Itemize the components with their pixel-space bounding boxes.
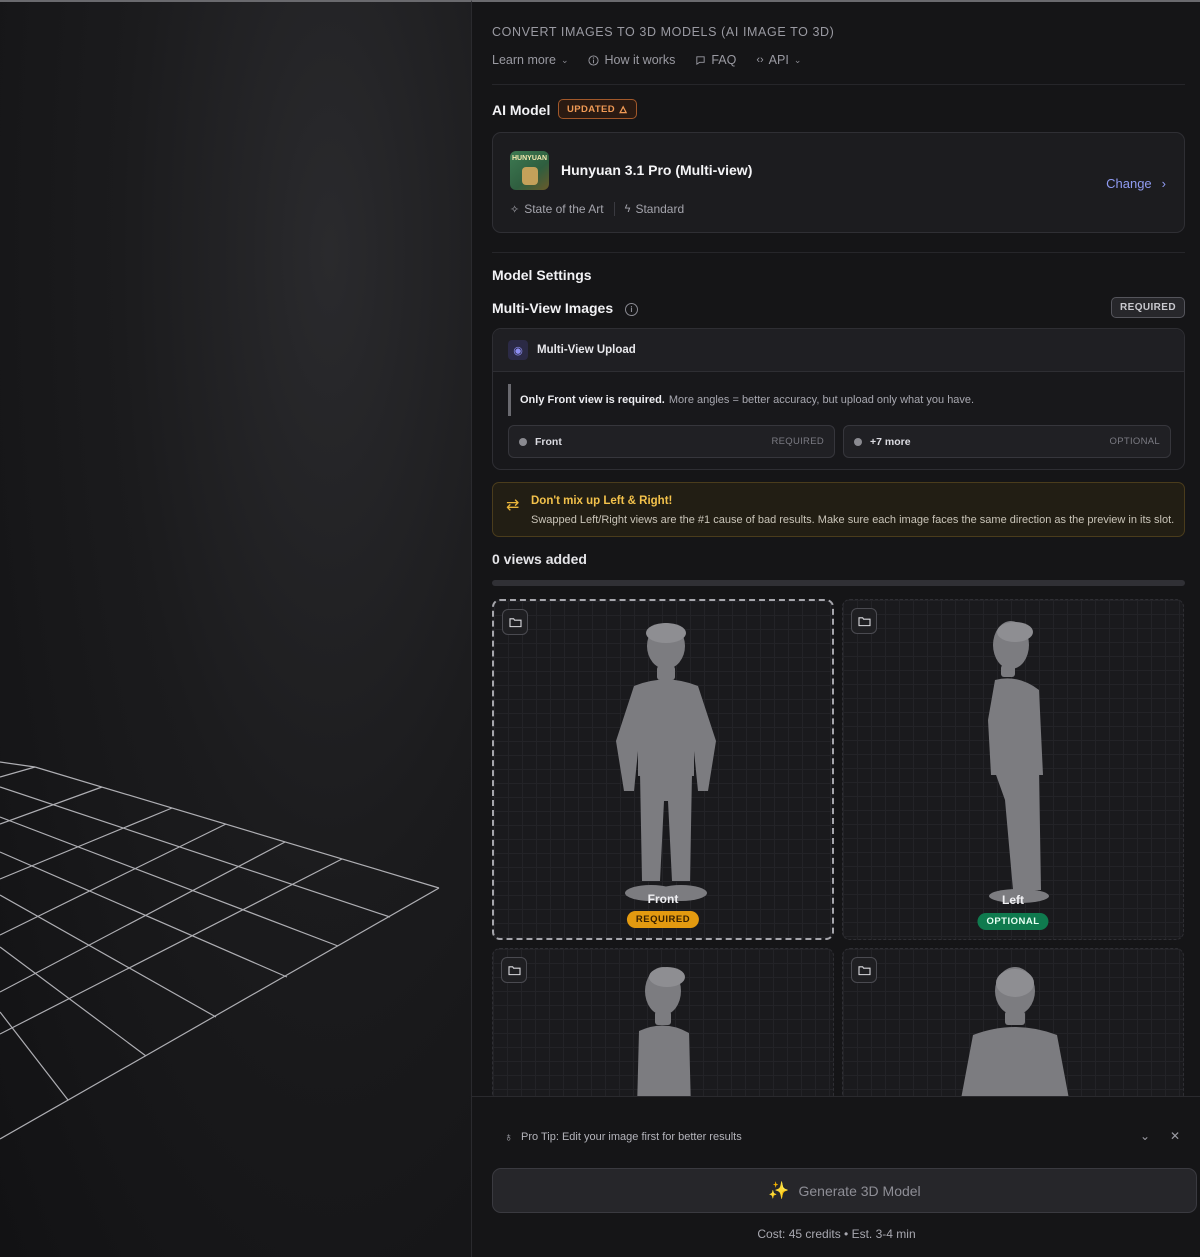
sparkle-icon: ✧ xyxy=(510,203,520,216)
header-links: Learn more ⌄ How it works FAQ ‹› API ⌄ xyxy=(492,53,801,67)
folder-open-icon xyxy=(857,965,871,975)
slot-front[interactable]: Front REQUIRED xyxy=(508,425,835,458)
front-view-figure xyxy=(616,623,716,901)
chat-bubble-icon xyxy=(696,55,705,65)
api-link[interactable]: ‹› API ⌄ xyxy=(756,53,801,67)
3d-viewport[interactable] xyxy=(0,0,471,1257)
warning-text: Swapped Left/Right views are the #1 caus… xyxy=(531,514,1175,526)
updated-badge: UPDATED 🜂 xyxy=(558,99,637,119)
sparkle-icon: ✨ xyxy=(768,1180,790,1200)
collapse-tip-button[interactable]: ⌄ xyxy=(1140,1129,1150,1143)
model-thumbnail-figure xyxy=(522,167,538,185)
slot-more-label: +7 more xyxy=(870,435,911,448)
divider xyxy=(492,84,1185,85)
change-model-label: Change xyxy=(1106,176,1152,191)
model-tag-quality-label: State of the Art xyxy=(524,202,604,216)
slot-front-status: REQUIRED xyxy=(771,436,824,447)
upload-note-bold: Only Front view is required. xyxy=(520,394,665,406)
upload-folder-button[interactable] xyxy=(502,609,528,635)
multiview-images-title: Multi-View Images i xyxy=(492,300,638,316)
generate-label: Generate 3D Model xyxy=(798,1182,921,1199)
divider xyxy=(492,252,1185,253)
lightning-icon: ϟ xyxy=(624,203,631,215)
ai-model-title: AI Model xyxy=(492,102,551,118)
view-front-status: REQUIRED xyxy=(626,911,700,928)
view-card-left[interactable]: Left OPTIONAL xyxy=(842,599,1184,940)
back-left-view-figure xyxy=(637,967,691,1096)
views-count: 0 views added xyxy=(492,551,587,567)
settings-scroll-area[interactable]: CONVERT IMAGES TO 3D MODELS (AI IMAGE TO… xyxy=(492,2,1185,1096)
model-thumbnail: HUNYUAN xyxy=(510,151,549,190)
generate-3d-model-button[interactable]: ✨ Generate 3D Model xyxy=(492,1168,1197,1213)
close-tip-button[interactable]: ✕ xyxy=(1170,1129,1180,1143)
api-label: API xyxy=(768,53,789,67)
upload-note: Only Front view is required. More angles… xyxy=(508,384,974,416)
faq-label: FAQ xyxy=(711,53,737,67)
learn-more-label: Learn more xyxy=(492,53,556,67)
swap-arrows-icon: ⇄ xyxy=(506,497,520,514)
model-tag-speed-label: Standard xyxy=(635,202,685,216)
view-card-front[interactable]: Front REQUIRED xyxy=(492,599,834,940)
back-view-figure xyxy=(961,967,1069,1096)
upload-folder-button[interactable] xyxy=(501,957,527,983)
upload-header: ◉ Multi-View Upload xyxy=(493,329,1184,372)
warning-title: Don't mix up Left & Right! xyxy=(531,495,673,507)
view-card-back-left[interactable] xyxy=(492,948,834,1096)
ground-grid xyxy=(0,761,440,1140)
model-tag-speed: ϟ Standard xyxy=(625,202,685,216)
upload-folder-button[interactable] xyxy=(851,957,877,983)
how-it-works-label: How it works xyxy=(604,53,676,67)
slot-status-dot xyxy=(854,437,862,446)
settings-panel: CONVERT IMAGES TO 3D MODELS (AI IMAGE TO… xyxy=(471,0,1200,1257)
upload-title: Multi-View Upload xyxy=(537,344,636,356)
change-model-button[interactable]: Change › xyxy=(1106,176,1166,191)
required-badge: REQUIRED xyxy=(1111,297,1185,318)
left-view-figure xyxy=(988,621,1049,903)
updated-badge-label: UPDATED xyxy=(567,103,616,115)
tag-separator xyxy=(613,202,615,216)
upload-folder-button[interactable] xyxy=(851,608,877,634)
page-title: CONVERT IMAGES TO 3D MODELS (AI IMAGE TO… xyxy=(492,25,835,39)
how-it-works-link[interactable]: How it works xyxy=(588,53,675,67)
view-card-back[interactable] xyxy=(842,948,1184,1096)
chevron-down-icon: ⌄ xyxy=(560,54,569,65)
folder-open-icon xyxy=(857,616,871,626)
flame-icon: 🜂 xyxy=(619,104,628,116)
learn-more-link[interactable]: Learn more ⌄ xyxy=(492,53,568,67)
model-settings-title: Model Settings xyxy=(492,267,592,283)
model-name: Hunyuan 3.1 Pro (Multi-view) xyxy=(561,162,753,178)
view-front-label: Front xyxy=(647,892,679,906)
view-left-status: OPTIONAL xyxy=(977,913,1049,930)
upload-note-text: More angles = better accuracy, but uploa… xyxy=(668,394,975,406)
pro-tip: ♁ Pro Tip: Edit your image first for bet… xyxy=(504,1130,742,1144)
info-icon[interactable]: i xyxy=(625,302,638,316)
lightbulb-icon: ♁ xyxy=(504,1130,513,1144)
cost-estimate: Cost: 45 credits • Est. 3-4 min xyxy=(757,1227,916,1241)
chevron-right-icon: › xyxy=(1161,176,1166,191)
code-icon: ‹› xyxy=(756,54,764,66)
slot-front-label: Front xyxy=(535,435,562,448)
panel-footer: ♁ Pro Tip: Edit your image first for bet… xyxy=(472,1096,1200,1257)
folder-open-icon xyxy=(508,617,522,627)
model-thumbnail-text: HUNYUAN xyxy=(512,155,547,162)
chevron-down-icon: ⌄ xyxy=(793,54,802,65)
slot-status-dot xyxy=(519,437,527,446)
close-icon: ✕ xyxy=(1170,1129,1181,1143)
faq-link[interactable]: FAQ xyxy=(695,53,736,67)
model-tag-quality: ✧ State of the Art xyxy=(510,202,604,216)
multiview-upload-box: ◉ Multi-View Upload Only Front view is r… xyxy=(492,328,1185,470)
pro-tip-text: Pro Tip: Edit your image first for bette… xyxy=(521,1131,742,1143)
model-tags: ✧ State of the Art ϟ Standard xyxy=(510,202,684,216)
model-card[interactable]: HUNYUAN Hunyuan 3.1 Pro (Multi-view) ✧ S… xyxy=(492,132,1185,233)
views-progress-bar xyxy=(492,580,1185,586)
view-left-label: Left xyxy=(1002,893,1024,907)
warning-box: ⇄ Don't mix up Left & Right! Swapped Lef… xyxy=(492,482,1185,537)
multiview-images-label: Multi-View Images xyxy=(492,300,614,316)
slot-more[interactable]: +7 more OPTIONAL xyxy=(843,425,1171,458)
slot-more-status: OPTIONAL xyxy=(1109,436,1160,447)
camera-icon: ◉ xyxy=(508,340,528,360)
folder-open-icon xyxy=(507,965,521,975)
chevron-down-icon: ⌄ xyxy=(1140,1129,1151,1143)
info-icon xyxy=(588,54,600,66)
